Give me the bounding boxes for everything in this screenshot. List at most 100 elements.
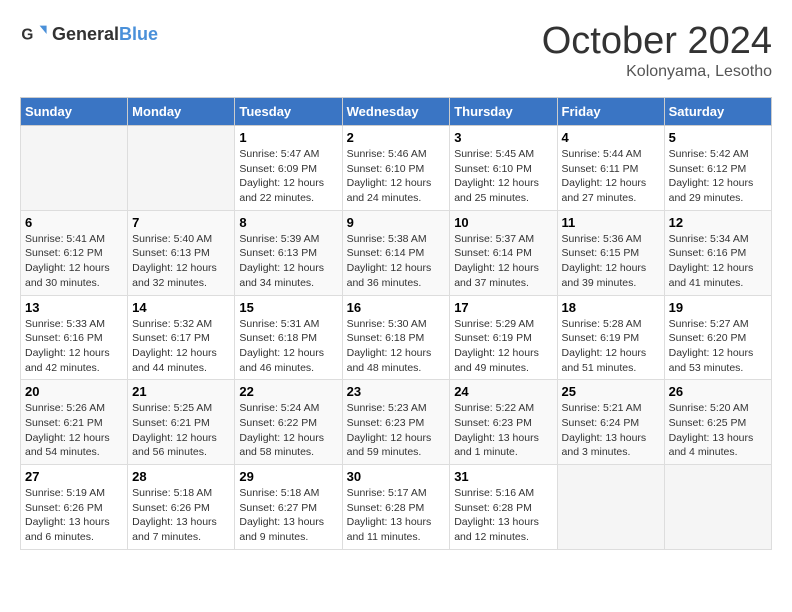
calendar-cell: 31 Sunrise: 5:16 AMSunset: 6:28 PMDayligh… — [450, 465, 557, 550]
calendar-header: Sunday Monday Tuesday Wednesday Thursday… — [21, 98, 772, 126]
calendar-cell: 22 Sunrise: 5:24 AMSunset: 6:22 PMDayligh… — [235, 380, 342, 465]
day-number: 4 — [562, 130, 660, 145]
calendar-cell: 15 Sunrise: 5:31 AMSunset: 6:18 PMDayligh… — [235, 295, 342, 380]
logo: G General Blue — [20, 20, 158, 48]
day-number: 17 — [454, 300, 552, 315]
day-number: 10 — [454, 215, 552, 230]
day-info: Sunrise: 5:42 AMSunset: 6:12 PMDaylight:… — [669, 147, 767, 206]
header-wednesday: Wednesday — [342, 98, 450, 126]
calendar-cell: 14 Sunrise: 5:32 AMSunset: 6:17 PMDayligh… — [128, 295, 235, 380]
day-info: Sunrise: 5:17 AMSunset: 6:28 PMDaylight:… — [347, 486, 446, 545]
calendar-cell: 18Sunrise: 5:28 AMSunset: 6:19 PMDayligh… — [557, 295, 664, 380]
day-info: Sunrise: 5:27 AMSunset: 6:20 PMDaylight:… — [669, 317, 767, 376]
svg-text:G: G — [21, 27, 33, 44]
logo-text-general: General — [52, 24, 119, 45]
calendar-cell: 26Sunrise: 5:20 AMSunset: 6:25 PMDayligh… — [664, 380, 771, 465]
calendar-week-1: 1 Sunrise: 5:47 AMSunset: 6:09 PMDaylight… — [21, 126, 772, 211]
header-row: Sunday Monday Tuesday Wednesday Thursday… — [21, 98, 772, 126]
day-info: Sunrise: 5:18 AMSunset: 6:26 PMDaylight:… — [132, 486, 230, 545]
day-info: Sunrise: 5:24 AMSunset: 6:22 PMDaylight:… — [239, 401, 337, 460]
calendar-cell — [128, 126, 235, 211]
calendar-cell: 17 Sunrise: 5:29 AMSunset: 6:19 PMDayligh… — [450, 295, 557, 380]
calendar-cell: 6 Sunrise: 5:41 AMSunset: 6:12 PMDaylight… — [21, 210, 128, 295]
header-monday: Monday — [128, 98, 235, 126]
day-number: 24 — [454, 384, 552, 399]
day-number: 19 — [669, 300, 767, 315]
day-number: 1 — [239, 130, 337, 145]
calendar-body: 1 Sunrise: 5:47 AMSunset: 6:09 PMDaylight… — [21, 126, 772, 550]
day-info: Sunrise: 5:34 AMSunset: 6:16 PMDaylight:… — [669, 232, 767, 291]
day-number: 12 — [669, 215, 767, 230]
calendar-week-3: 13 Sunrise: 5:33 AMSunset: 6:16 PMDayligh… — [21, 295, 772, 380]
calendar-cell: 3Sunrise: 5:45 AMSunset: 6:10 PMDaylight… — [450, 126, 557, 211]
calendar-cell: 8 Sunrise: 5:39 AMSunset: 6:13 PMDaylight… — [235, 210, 342, 295]
calendar-cell: 2 Sunrise: 5:46 AMSunset: 6:10 PMDaylight… — [342, 126, 450, 211]
day-number: 2 — [347, 130, 446, 145]
day-info: Sunrise: 5:20 AMSunset: 6:25 PMDaylight:… — [669, 401, 767, 460]
day-number: 5 — [669, 130, 767, 145]
calendar-cell: 23 Sunrise: 5:23 AMSunset: 6:23 PMDayligh… — [342, 380, 450, 465]
day-number: 18 — [562, 300, 660, 315]
calendar-cell: 1 Sunrise: 5:47 AMSunset: 6:09 PMDaylight… — [235, 126, 342, 211]
day-info: Sunrise: 5:23 AMSunset: 6:23 PMDaylight:… — [347, 401, 446, 460]
day-number: 28 — [132, 469, 230, 484]
calendar-cell: 20 Sunrise: 5:26 AMSunset: 6:21 PMDayligh… — [21, 380, 128, 465]
header-saturday: Saturday — [664, 98, 771, 126]
day-number: 22 — [239, 384, 337, 399]
calendar-cell — [557, 465, 664, 550]
day-number: 30 — [347, 469, 446, 484]
header-friday: Friday — [557, 98, 664, 126]
day-number: 21 — [132, 384, 230, 399]
calendar-cell: 25Sunrise: 5:21 AMSunset: 6:24 PMDayligh… — [557, 380, 664, 465]
day-info: Sunrise: 5:44 AMSunset: 6:11 PMDaylight:… — [562, 147, 660, 206]
logo-icon: G — [20, 20, 48, 48]
header-sunday: Sunday — [21, 98, 128, 126]
calendar-week-4: 20 Sunrise: 5:26 AMSunset: 6:21 PMDayligh… — [21, 380, 772, 465]
calendar-cell: 5 Sunrise: 5:42 AMSunset: 6:12 PMDaylight… — [664, 126, 771, 211]
day-number: 3 — [454, 130, 552, 145]
day-number: 7 — [132, 215, 230, 230]
location-subtitle: Kolonyama, Lesotho — [542, 63, 772, 81]
day-info: Sunrise: 5:19 AMSunset: 6:26 PMDaylight:… — [25, 486, 123, 545]
day-number: 6 — [25, 215, 123, 230]
calendar-cell: 27Sunrise: 5:19 AMSunset: 6:26 PMDayligh… — [21, 465, 128, 550]
calendar-cell: 9Sunrise: 5:38 AMSunset: 6:14 PMDaylight… — [342, 210, 450, 295]
day-number: 13 — [25, 300, 123, 315]
day-number: 14 — [132, 300, 230, 315]
calendar-cell — [21, 126, 128, 211]
calendar-cell: 28 Sunrise: 5:18 AMSunset: 6:26 PMDayligh… — [128, 465, 235, 550]
day-info: Sunrise: 5:29 AMSunset: 6:19 PMDaylight:… — [454, 317, 552, 376]
day-number: 20 — [25, 384, 123, 399]
calendar-cell: 7 Sunrise: 5:40 AMSunset: 6:13 PMDaylight… — [128, 210, 235, 295]
day-number: 23 — [347, 384, 446, 399]
day-number: 15 — [239, 300, 337, 315]
calendar-week-2: 6 Sunrise: 5:41 AMSunset: 6:12 PMDaylight… — [21, 210, 772, 295]
calendar-cell: 29 Sunrise: 5:18 AMSunset: 6:27 PMDayligh… — [235, 465, 342, 550]
day-number: 29 — [239, 469, 337, 484]
day-number: 8 — [239, 215, 337, 230]
day-info: Sunrise: 5:37 AMSunset: 6:14 PMDaylight:… — [454, 232, 552, 291]
day-info: Sunrise: 5:46 AMSunset: 6:10 PMDaylight:… — [347, 147, 446, 206]
day-info: Sunrise: 5:40 AMSunset: 6:13 PMDaylight:… — [132, 232, 230, 291]
day-info: Sunrise: 5:33 AMSunset: 6:16 PMDaylight:… — [25, 317, 123, 376]
calendar-cell: 4 Sunrise: 5:44 AMSunset: 6:11 PMDaylight… — [557, 126, 664, 211]
logo-text-blue: Blue — [119, 24, 158, 45]
day-info: Sunrise: 5:25 AMSunset: 6:21 PMDaylight:… — [132, 401, 230, 460]
day-info: Sunrise: 5:16 AMSunset: 6:28 PMDaylight:… — [454, 486, 552, 545]
day-number: 25 — [562, 384, 660, 399]
title-block: October 2024 Kolonyama, Lesotho — [542, 20, 772, 81]
day-info: Sunrise: 5:41 AMSunset: 6:12 PMDaylight:… — [25, 232, 123, 291]
page-header: G General Blue October 2024 Kolonyama, L… — [20, 20, 772, 81]
calendar-cell — [664, 465, 771, 550]
day-info: Sunrise: 5:38 AMSunset: 6:14 PMDaylight:… — [347, 232, 446, 291]
day-info: Sunrise: 5:18 AMSunset: 6:27 PMDaylight:… — [239, 486, 337, 545]
day-info: Sunrise: 5:31 AMSunset: 6:18 PMDaylight:… — [239, 317, 337, 376]
day-info: Sunrise: 5:47 AMSunset: 6:09 PMDaylight:… — [239, 147, 337, 206]
calendar-week-5: 27Sunrise: 5:19 AMSunset: 6:26 PMDayligh… — [21, 465, 772, 550]
day-info: Sunrise: 5:30 AMSunset: 6:18 PMDaylight:… — [347, 317, 446, 376]
day-info: Sunrise: 5:39 AMSunset: 6:13 PMDaylight:… — [239, 232, 337, 291]
day-number: 31 — [454, 469, 552, 484]
day-info: Sunrise: 5:26 AMSunset: 6:21 PMDaylight:… — [25, 401, 123, 460]
day-info: Sunrise: 5:36 AMSunset: 6:15 PMDaylight:… — [562, 232, 660, 291]
day-info: Sunrise: 5:32 AMSunset: 6:17 PMDaylight:… — [132, 317, 230, 376]
